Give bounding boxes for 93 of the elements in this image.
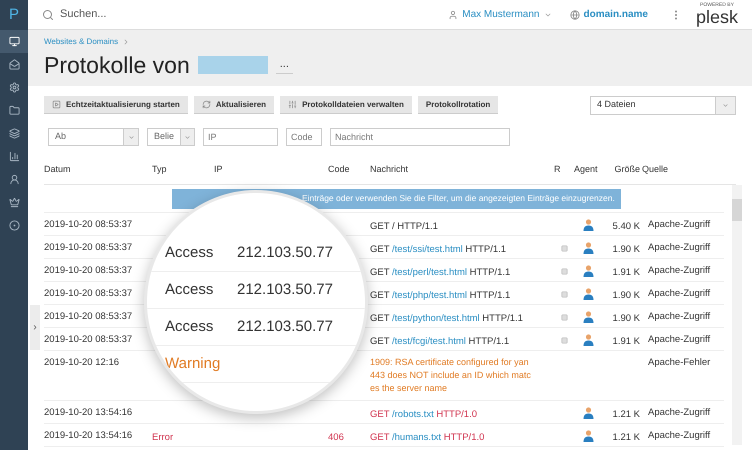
sidebar-toggle[interactable]: ›: [30, 305, 40, 350]
filter-field[interactable]: IP: [203, 128, 278, 146]
search-icon: [42, 8, 54, 20]
monitor-icon: [8, 36, 20, 47]
filter-field[interactable]: Nachricht: [330, 128, 510, 146]
source-cell-text: Apache-Zugriff: [647, 406, 712, 420]
date-cell-text: 2019-10-20 13:54:16: [44, 428, 134, 443]
sidebar-logo[interactable]: P: [8, 0, 19, 30]
chart-icon: [8, 151, 20, 162]
toolbar-button[interactable]: Protokollrotation: [418, 96, 498, 114]
caret-icon: [184, 134, 191, 140]
toolbar-button[interactable]: Protokolldateien verwalten: [280, 96, 412, 114]
message-cell: GET /test/ssi/test.html HTTP/1.1: [370, 244, 506, 255]
column-header[interactable]: Nachricht: [370, 162, 554, 176]
redacted-block: [198, 56, 268, 74]
size-cell: 1.90 K: [612, 290, 640, 301]
size-cell: 5.40 K: [612, 221, 640, 232]
type-cell-text: Access: [165, 242, 214, 263]
source-cell-text: Apache-Zugriff: [647, 332, 712, 347]
play-icon: [52, 100, 61, 109]
source-cell-text: Apache-Zugriff: [647, 310, 712, 324]
search-input[interactable]: Suchen...: [60, 6, 210, 23]
source-cell-text: Apache-Zugriff: [647, 428, 712, 443]
caret-icon: [722, 102, 729, 108]
mail-icon: [8, 59, 20, 70]
type-cell-text: Access: [165, 316, 214, 337]
user-menu[interactable]: Max Mustermann: [448, 7, 552, 22]
message-cell: GET /robots.txt HTTP/1.0: [370, 409, 478, 420]
date-cell-text: 2019-10-20 12:16: [44, 356, 120, 370]
message-cell: GET /test/python/test.html HTTP/1.1: [370, 313, 523, 324]
search-field[interactable]: Suchen...: [42, 6, 242, 23]
message-cell: GET /test/php/test.html HTTP/1.1: [370, 290, 510, 301]
date-cell-text: 2019-10-20 08:53:37: [44, 218, 134, 232]
sidebar-item[interactable]: [0, 30, 28, 53]
source-cell-text: Apache-Zugriff: [647, 286, 712, 301]
size-cell: 1.21 K: [612, 432, 640, 443]
column-header[interactable]: Datum: [44, 162, 152, 176]
source-cell-text: Apache-Zugriff: [647, 218, 712, 232]
date-cell-text: 2019-10-20 08:53:37: [44, 286, 134, 301]
toolbar-button[interactable]: Aktualisieren: [194, 96, 274, 114]
crown-icon: [8, 197, 20, 208]
date-cell-text: 2019-10-20 08:53:37: [44, 240, 134, 255]
sliders-icon: [288, 100, 298, 109]
size-cell: 1.90 K: [612, 313, 640, 324]
message-cell: GET /test/fcgi/test.html HTTP/1.1: [370, 336, 510, 347]
type-cell-text: Warning: [165, 354, 220, 374]
date-cell-text: 2019-10-20 08:53:37: [44, 310, 134, 324]
plesk-logo: plesk: [696, 8, 738, 26]
caret-icon: [128, 134, 134, 140]
ip-cell-text: 212.103.50.77: [237, 280, 333, 300]
page-title: Protokolle von: [44, 51, 190, 80]
column-header[interactable]: Quelle: [642, 162, 724, 176]
layers-icon: [8, 128, 20, 139]
type-cell: Error: [152, 432, 174, 443]
circle-icon: [8, 220, 20, 231]
size-cell: 1.90 K: [612, 244, 640, 255]
filter-select[interactable]: Belie: [147, 128, 195, 146]
toolbar-button[interactable]: Echtzeitaktualisierung starten: [44, 96, 188, 114]
domain-link[interactable]: domain.name: [570, 7, 648, 22]
refresh-icon: [202, 100, 211, 109]
size-cell: 1.21 K: [612, 409, 640, 420]
message-cell: GET /test/perl/test.html HTTP/1.1: [370, 267, 510, 278]
size-cell: 1.91 K: [612, 336, 640, 347]
date-cell-text: 2019-10-20 13:54:16: [44, 406, 134, 420]
code-cell: 406: [328, 432, 344, 443]
column-header[interactable]: Code: [322, 162, 370, 176]
user-icon: [448, 10, 458, 20]
filter-select[interactable]: Ab: [48, 128, 139, 146]
column-header[interactable]: Größe: [602, 162, 642, 176]
ip-cell-text: 212.103.50.77: [237, 242, 333, 263]
size-cell: 1.91 K: [612, 267, 640, 278]
date-cell-text: 2019-10-20 08:53:37: [44, 264, 134, 278]
column-header[interactable]: R: [554, 162, 574, 176]
folder-icon: [8, 105, 20, 116]
source-cell-text: Apache-Zugriff: [647, 240, 712, 255]
source-cell-text: Apache-Fehler: [647, 356, 712, 370]
date-cell-text: 2019-10-20 08:53:37: [44, 332, 134, 347]
source-cell-text: Apache-Zugriff: [647, 264, 712, 278]
column-header[interactable]: Agent: [574, 162, 602, 176]
files-select[interactable]: 4 Dateien: [590, 96, 736, 114]
filter-field[interactable]: Code: [286, 128, 322, 146]
message-cell: GET / HTTP/1.1: [370, 221, 438, 232]
more-button[interactable]: ...: [276, 56, 293, 74]
user-icon: [8, 174, 20, 185]
scrollbar[interactable]: [732, 185, 742, 445]
globe-icon: [570, 10, 580, 20]
message-cell-text: 1909: RSA certificate configured for yan 443 does NOT include an ID which matc es the server name: [370, 356, 532, 395]
settings-icon: [8, 82, 20, 93]
ip-cell-text: 212.103.50.77: [237, 316, 333, 337]
column-header[interactable]: IP: [214, 162, 322, 176]
message-cell: GET /humans.txt HTTP/1.0: [370, 432, 484, 443]
column-header[interactable]: Typ: [152, 162, 214, 176]
type-cell-text: Access: [165, 280, 214, 300]
